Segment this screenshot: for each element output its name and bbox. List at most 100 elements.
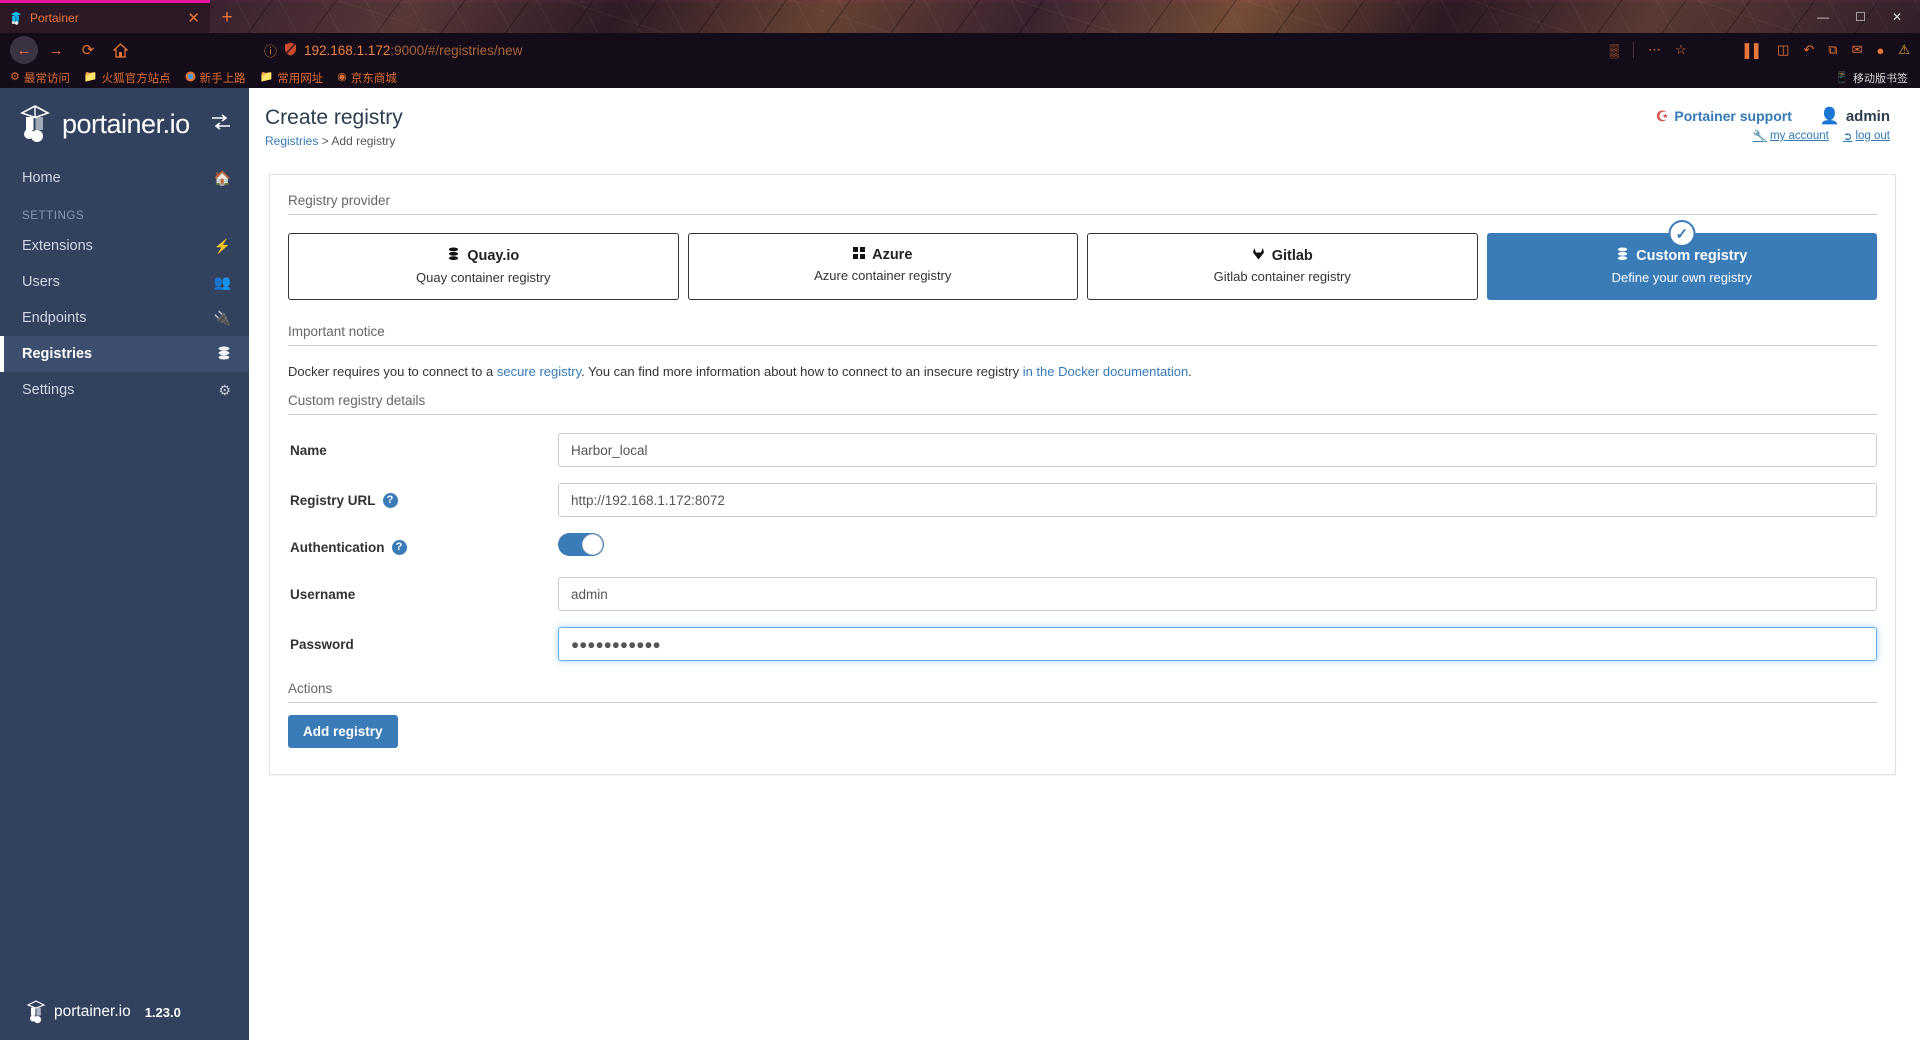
sidebar-item-settings[interactable]: Settings ⚙ bbox=[0, 372, 249, 408]
support-user-row: ☪ Portainer support 👤 admin bbox=[1656, 106, 1890, 126]
url-path: :9000/#/registries/new bbox=[390, 42, 523, 58]
registry-url-input[interactable] bbox=[558, 483, 1877, 517]
form-row-registry-url: Registry URL ? bbox=[288, 483, 1877, 517]
bookmark-label: 京东商城 bbox=[350, 72, 397, 85]
name-input[interactable] bbox=[558, 433, 1877, 467]
breadcrumb-separator: > bbox=[321, 134, 329, 148]
docker-documentation-link[interactable]: in the Docker documentation bbox=[1023, 364, 1188, 379]
bookmark-item[interactable]: 📁 常用网址 bbox=[260, 70, 324, 86]
tabstrip-background-art bbox=[210, 0, 1920, 33]
breadcrumb-current: Add registry bbox=[331, 134, 396, 148]
undo-icon[interactable]: ↶ bbox=[1803, 42, 1814, 58]
bookmark-label: 常用网址 bbox=[277, 72, 324, 85]
breadcrumb-parent-link[interactable]: Registries bbox=[265, 134, 318, 148]
shield-icon[interactable] bbox=[284, 42, 297, 59]
forward-button-icon[interactable]: → bbox=[42, 36, 70, 64]
sidebar-brand[interactable]: portainer.io bbox=[0, 88, 249, 160]
registry-url-label: Registry URL ? bbox=[288, 492, 558, 508]
portainer-app: portainer.io Home 🏠 SETTINGS Extensions … bbox=[0, 88, 1920, 1040]
username-label: Username bbox=[290, 586, 356, 602]
sidebar-footer: portainer.io 1.23.0 bbox=[0, 1000, 249, 1040]
question-icon[interactable]: ? bbox=[391, 539, 407, 555]
sidebar-item-label: Users bbox=[22, 274, 60, 290]
jd-icon: ◉ bbox=[337, 71, 347, 83]
home-icon: 🏠 bbox=[213, 169, 231, 186]
portainer-support-link[interactable]: ☪ Portainer support bbox=[1656, 108, 1792, 125]
notice-part-3: . bbox=[1188, 364, 1192, 379]
bookmark-item[interactable]: 新手上路 bbox=[185, 70, 246, 86]
my-account-link[interactable]: 🔧 my account bbox=[1753, 129, 1829, 143]
form-row-authentication: Authentication ? bbox=[288, 533, 1877, 561]
provider-card-name: Gitlab bbox=[1271, 247, 1313, 264]
authentication-toggle-wrap bbox=[558, 533, 1877, 561]
sidebar-item-users[interactable]: Users 👥 bbox=[0, 264, 249, 300]
log-out-link[interactable]: ➲ log out bbox=[1843, 129, 1890, 143]
bookmark-star-icon[interactable]: ☆ bbox=[1675, 42, 1687, 58]
provider-card-description: Define your own registry bbox=[1611, 270, 1752, 285]
new-tab-button[interactable]: + bbox=[210, 3, 244, 33]
portainer-support-label: Portainer support bbox=[1674, 108, 1792, 124]
address-bar[interactable]: ⓘ 192.168.1.172:9000/#/registries/new bbox=[264, 37, 1596, 63]
bookmark-item[interactable]: 📁 火狐官方站点 bbox=[84, 70, 171, 86]
form-row-username: Username bbox=[288, 577, 1877, 611]
toolbar-right-icons: ▒ ⋯ ☆ ▌▌ ◫ ↶ ⧉ ✉ ● ⚠ bbox=[1600, 42, 1910, 58]
window-maximize-button[interactable]: ☐ bbox=[1855, 10, 1866, 24]
sidebar-item-registries[interactable]: Registries bbox=[0, 336, 249, 372]
wrench-icon: 🔧 bbox=[1752, 131, 1768, 143]
authentication-toggle[interactable] bbox=[558, 533, 604, 556]
message-icon[interactable]: ✉ bbox=[1852, 42, 1863, 58]
extension-icon[interactable]: ⧉ bbox=[1828, 42, 1837, 58]
actions-section-title: Actions bbox=[288, 681, 1877, 703]
window-minimize-button[interactable]: — bbox=[1817, 10, 1829, 24]
tab-close-icon[interactable]: ✕ bbox=[185, 11, 202, 26]
authentication-label-text: Authentication bbox=[290, 539, 385, 555]
window-close-button[interactable]: ✕ bbox=[1892, 10, 1902, 24]
provider-card-quay[interactable]: Quay.io Quay container registry bbox=[288, 233, 679, 300]
page-actions-icon[interactable]: ⋯ bbox=[1648, 42, 1661, 58]
registry-url-label-text: Registry URL bbox=[290, 492, 376, 508]
sidebar-footer-brand: portainer.io bbox=[54, 1003, 131, 1020]
bookmark-item[interactable]: ◉ 京东商城 bbox=[337, 70, 397, 86]
sidebar-item-endpoints[interactable]: Endpoints 🔌 bbox=[0, 300, 249, 336]
sidebar-icon[interactable]: ◫ bbox=[1777, 42, 1789, 58]
sidebar: portainer.io Home 🏠 SETTINGS Extensions … bbox=[0, 88, 249, 1040]
window-controls: — ☐ ✕ bbox=[1817, 0, 1920, 33]
provider-card-name: Quay.io bbox=[467, 248, 520, 264]
provider-card-azure[interactable]: Azure Azure container registry bbox=[687, 233, 1078, 300]
sidebar-item-extensions[interactable]: Extensions ⚡ bbox=[0, 228, 249, 264]
alert-icon[interactable]: ⚠ bbox=[1898, 42, 1910, 58]
provider-card-custom[interactable]: ✓ Custom registry Define your own regist… bbox=[1486, 220, 1877, 300]
name-label: Name bbox=[290, 442, 327, 458]
sidebar-item-label: Extensions bbox=[22, 238, 93, 254]
page-title: Create registry bbox=[265, 106, 403, 129]
sidebar-item-home[interactable]: Home 🏠 bbox=[0, 160, 249, 196]
page-info-icon[interactable]: ⓘ bbox=[264, 41, 277, 60]
back-button-icon[interactable]: ← bbox=[10, 36, 38, 64]
question-icon[interactable]: ? bbox=[382, 492, 398, 508]
add-registry-button[interactable]: Add registry bbox=[288, 715, 398, 748]
address-bar-text: 192.168.1.172:9000/#/registries/new bbox=[304, 43, 522, 58]
mobile-bookmarks-item[interactable]: 📱 移动版书签 bbox=[1835, 70, 1908, 86]
password-field-wrap bbox=[558, 627, 1877, 661]
provider-card-title-row: Quay.io bbox=[297, 247, 670, 265]
library-icon[interactable]: ▌▌ bbox=[1745, 43, 1763, 58]
reload-button-icon[interactable]: ⟳ bbox=[74, 36, 102, 64]
home-button-icon[interactable] bbox=[106, 36, 134, 64]
password-input[interactable] bbox=[558, 627, 1877, 661]
browser-tab-portainer[interactable]: Portainer ✕ bbox=[0, 3, 210, 33]
page-header: Create registry Registries > Add registr… bbox=[249, 88, 1920, 148]
browser-tab-title: Portainer bbox=[30, 11, 79, 25]
qr-code-icon[interactable]: ▒ bbox=[1610, 43, 1619, 58]
important-notice-text: Docker requires you to connect to a secu… bbox=[288, 364, 1877, 379]
username-input[interactable] bbox=[558, 577, 1877, 611]
provider-card-name: Azure bbox=[872, 247, 913, 263]
sidebar-item-label: Home bbox=[22, 170, 61, 186]
account-icon[interactable]: ● bbox=[1876, 43, 1884, 58]
bookmark-label: 最常访问 bbox=[23, 72, 70, 85]
database-icon bbox=[1616, 247, 1629, 265]
gears-icon: ⚙ bbox=[218, 381, 231, 398]
secure-registry-link[interactable]: secure registry bbox=[497, 364, 581, 379]
sidebar-collapse-icon[interactable] bbox=[211, 113, 231, 135]
bookmark-item[interactable]: ⚙ 最常访问 bbox=[10, 70, 70, 86]
provider-card-gitlab[interactable]: Gitlab Gitlab container registry bbox=[1087, 233, 1478, 300]
